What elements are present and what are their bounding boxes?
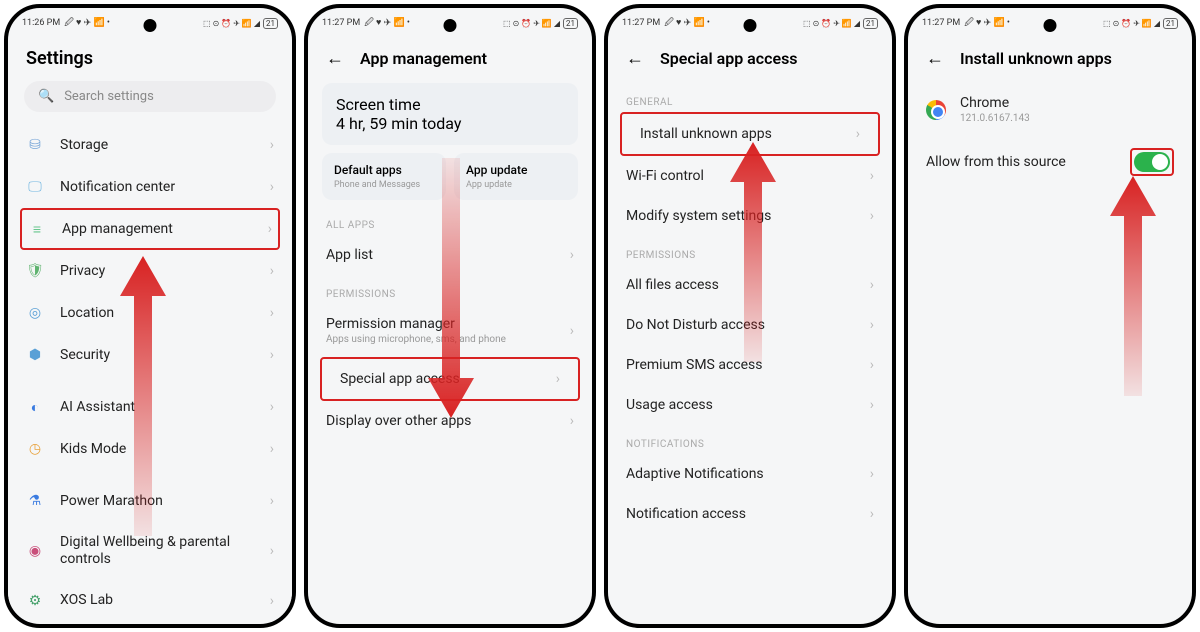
phone-settings: 11:26 PM🖉 ♥ ✈ 📶 • ⬚ ⊙ ⏰ ✈ 📶 ◢21 Settings… [4,4,296,628]
chevron-right-icon: › [270,347,274,363]
chevron-right-icon: › [870,277,874,293]
back-button[interactable]: ← [626,48,644,69]
default-apps-card[interactable]: Default apps Phone and Messages [322,153,446,200]
dnd-access-item[interactable]: Do Not Disturb access › [608,305,892,345]
privacy-icon: 🛡 [26,262,44,280]
chevron-right-icon: › [270,593,274,609]
power-marathon-icon: ⚗ [26,492,44,510]
page-title: Install unknown apps [960,49,1112,68]
app-row-chrome: Chrome 121.0.6167.143 [908,83,1192,136]
section-header: NOTIFICATIONS [608,425,892,454]
chevron-right-icon: › [270,399,274,415]
notification-center-icon: 🖵 [26,178,44,196]
display-over-apps-item[interactable]: Display over other apps › [308,401,592,441]
settings-item-digital-wellbeing-parental-controls[interactable]: ◉Digital Wellbeing & parental controls› [8,522,292,580]
page-title: App management [360,49,487,68]
settings-item-storage[interactable]: ⛁Storage› [8,124,292,166]
back-button[interactable]: ← [926,48,944,69]
screen-time-card[interactable]: Screen time 4 hr, 59 min today [322,83,578,145]
adaptive-notifications-item[interactable]: Adaptive Notifications › [608,454,892,494]
chevron-right-icon: › [870,208,874,224]
settings-item-xos-lab[interactable]: ⚙XOS Lab› [8,580,292,622]
page-title: Special app access [660,49,798,68]
chevron-right-icon: › [270,493,274,509]
chevron-right-icon: › [870,506,874,522]
settings-item-security[interactable]: ⬢Security› [8,334,292,376]
chevron-right-icon: › [870,357,874,373]
page-title: Settings [8,38,292,81]
permission-manager-item[interactable]: Permission manager Apps using microphone… [308,304,592,357]
allow-from-source-row[interactable]: Allow from this source [908,136,1192,188]
chevron-right-icon: › [870,168,874,184]
chevron-right-icon: › [270,263,274,279]
wifi-control-item[interactable]: Wi-Fi control › [608,156,892,196]
chevron-right-icon: › [570,323,574,339]
app-update-card[interactable]: App update App update [454,153,578,200]
kids-mode-icon: ◷ [26,440,44,458]
chevron-right-icon: › [870,466,874,482]
status-bar: 11:27 PM🖉 ♥ ✈ 📶 • ⬚ ⊙ ⏰ ✈ 📶 ◢21 [908,8,1192,36]
usage-access-item[interactable]: Usage access › [608,385,892,425]
section-header: ALL APPS [308,206,592,235]
location-icon: ◎ [26,304,44,322]
phone-special-access: 11:27 PM🖉 ♥ ✈ 📶 • ⬚ ⊙ ⏰ ✈ 📶 ◢21 ← Specia… [604,4,896,628]
chevron-right-icon: › [270,137,274,153]
chevron-right-icon: › [556,371,560,387]
security-icon: ⬢ [26,346,44,364]
chevron-right-icon: › [270,305,274,321]
chrome-icon [926,100,946,120]
settings-item-power-marathon[interactable]: ⚗Power Marathon› [8,480,292,522]
status-bar: 11:27 PM🖉 ♥ ✈ 📶 • ⬚ ⊙ ⏰ ✈ 📶 ◢21 [608,8,892,36]
phone-install-unknown: 11:27 PM🖉 ♥ ✈ 📶 • ⬚ ⊙ ⏰ ✈ 📶 ◢21 ← Instal… [904,4,1196,628]
search-icon: 🔍 [38,89,54,104]
xos-lab-icon: ⚙ [26,592,44,610]
settings-item-privacy[interactable]: 🛡Privacy› [8,250,292,292]
status-bar: 11:26 PM🖉 ♥ ✈ 📶 • ⬚ ⊙ ⏰ ✈ 📶 ◢21 [8,8,292,36]
install-unknown-apps-item[interactable]: Install unknown apps › [620,112,880,156]
chevron-right-icon: › [570,247,574,263]
settings-item-ai-assistant[interactable]: ◐AI Assistant› [8,386,292,428]
status-bar: 11:27 PM🖉 ♥ ✈ 📶 • ⬚ ⊙ ⏰ ✈ 📶 ◢21 [308,8,592,36]
search-input[interactable]: 🔍 Search settings [24,81,276,112]
settings-item-kids-mode[interactable]: ◷Kids Mode› [8,428,292,470]
digital-wellbeing-parental-controls-icon: ◉ [26,542,44,560]
special-app-access-item[interactable]: Special app access › [320,357,580,401]
app-management-icon: ≡ [28,220,46,238]
back-button[interactable]: ← [326,48,344,69]
settings-item-app-management[interactable]: ≡App management› [20,208,280,250]
chevron-right-icon: › [270,179,274,195]
modify-system-item[interactable]: Modify system settings › [608,196,892,236]
ai-assistant-icon: ◐ [26,398,44,416]
settings-item-location[interactable]: ◎Location› [8,292,292,334]
phone-app-management: 11:27 PM🖉 ♥ ✈ 📶 • ⬚ ⊙ ⏰ ✈ 📶 ◢21 ← App ma… [304,4,596,628]
chevron-right-icon: › [870,317,874,333]
app-list-item[interactable]: App list › [308,235,592,275]
settings-item-notification-center[interactable]: 🖵Notification center› [8,166,292,208]
chevron-right-icon: › [268,221,272,237]
chevron-right-icon: › [856,126,860,142]
section-header: GENERAL [608,83,892,112]
all-files-access-item[interactable]: All files access › [608,265,892,305]
premium-sms-item[interactable]: Premium SMS access › [608,345,892,385]
chevron-right-icon: › [570,413,574,429]
chevron-right-icon: › [270,441,274,457]
notification-access-item[interactable]: Notification access › [608,494,892,534]
allow-toggle[interactable] [1134,152,1170,172]
highlight-box [1130,148,1174,176]
chevron-right-icon: › [270,543,274,559]
section-header: PERMISSIONS [608,236,892,265]
chevron-right-icon: › [870,397,874,413]
section-header: PERMISSIONS [308,275,592,304]
storage-icon: ⛁ [26,136,44,154]
